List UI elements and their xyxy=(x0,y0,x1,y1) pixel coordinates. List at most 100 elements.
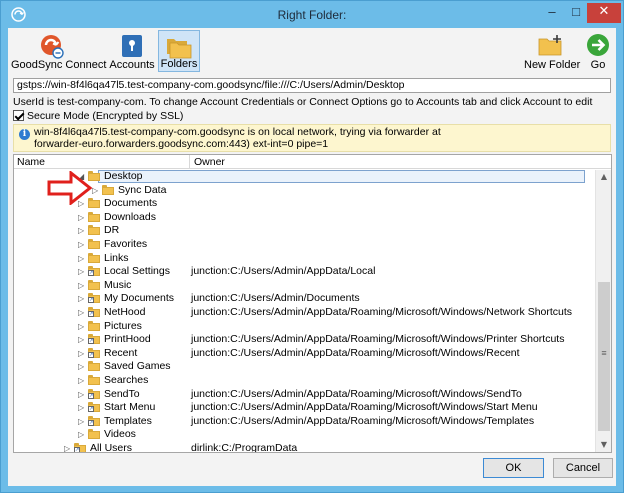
linked-folder-icon: ↗ xyxy=(74,443,86,452)
tree-row[interactable]: ▷ Links xyxy=(14,252,594,266)
scroll-thumb[interactable]: ≡ xyxy=(598,282,610,431)
tree-row-owner: junction:C:/Users/Admin/AppData/Roaming/… xyxy=(191,306,573,318)
dialog-body: GoodSync Connect Accounts Folders New Fo… xyxy=(8,28,616,486)
tree-row[interactable]: ▷ Saved Games xyxy=(14,360,594,374)
tree-row[interactable]: ▷ Downloads xyxy=(14,211,594,225)
tree-row-name: Sync Data xyxy=(118,183,167,196)
folder-icon xyxy=(88,320,100,331)
expand-triangle-icon[interactable]: ▷ xyxy=(78,429,86,440)
tree-row[interactable]: ▷ ↗ Start Menu junction:C:/Users/Admin/AppD… xyxy=(14,401,594,415)
tree-scrollbar[interactable]: ▲ ≡ ▼ xyxy=(595,170,611,452)
tree-row[interactable]: ▷ Searches xyxy=(14,374,594,388)
expand-triangle-icon[interactable]: ▷ xyxy=(78,293,86,304)
maximize-button[interactable]: □ xyxy=(563,3,589,23)
tree-row[interactable]: ▷ ↗ Local Settings junction:C:/Users/Admin/… xyxy=(14,265,594,279)
ok-button[interactable]: OK xyxy=(483,458,544,478)
tree-row-owner: dirlink:C:/ProgramData xyxy=(191,442,298,453)
tree-row[interactable]: ▷ ↗ Templates junction:C:/Users/Admin/AppDa… xyxy=(14,415,594,429)
tree-row[interactable]: ▷ ↗ SendTo junction:C:/Users/Admin/AppData/… xyxy=(14,388,594,402)
column-header-name[interactable]: Name xyxy=(17,156,45,168)
red-arrow-icon xyxy=(47,171,93,205)
linked-folder-icon: ↗ xyxy=(88,415,100,426)
tree-row-name: Documents xyxy=(104,197,158,210)
tree-row-name: Searches xyxy=(104,374,149,386)
expand-triangle-icon[interactable]: ▷ xyxy=(78,321,86,332)
tree-row[interactable]: ▷ ↗ My Documents junction:C:/Users/Admin/Do… xyxy=(14,292,594,306)
tree-row[interactable]: ▷ Favorites xyxy=(14,238,594,252)
go-button[interactable]: Go xyxy=(583,30,613,72)
expand-triangle-icon[interactable]: ▷ xyxy=(78,348,86,359)
tree-row[interactable]: ▷ ↗ All Users dirlink:C:/ProgramData xyxy=(14,442,594,453)
folders-button[interactable]: Folders xyxy=(158,30,200,72)
goodsync-connect-button[interactable]: GoodSync Connect xyxy=(11,30,106,72)
tree-row[interactable]: ▷ DR xyxy=(14,224,594,238)
cancel-button[interactable]: Cancel xyxy=(553,458,613,478)
scroll-grip-icon: ≡ xyxy=(601,348,607,358)
info-text-line2: forwarder-euro.forwarders.goodsync.com:4… xyxy=(34,138,329,150)
userid-note: UserId is test-company-com. To change Ac… xyxy=(13,96,593,108)
tree-row-owner: junction:C:/Users/Admin/AppData/Roaming/… xyxy=(191,387,522,400)
tree-row-name: Favorites xyxy=(104,238,148,250)
dialog-window: Right Folder: – □ ✕ GoodSync Connect Acc… xyxy=(0,0,624,493)
tree-row-owner: junction:C:/Users/Admin/AppData/Roaming/… xyxy=(191,414,535,427)
tree-row-name: My Documents xyxy=(104,292,175,305)
folder-icon xyxy=(88,429,100,440)
expand-triangle-icon[interactable]: ▷ xyxy=(78,334,86,345)
expand-triangle-icon[interactable]: ▷ xyxy=(78,375,86,386)
column-separator[interactable] xyxy=(189,155,190,169)
close-button[interactable]: ✕ xyxy=(587,3,621,23)
new-folder-button[interactable]: New Folder xyxy=(524,30,580,72)
expand-triangle-icon[interactable]: ▷ xyxy=(78,266,86,277)
accounts-button[interactable]: Accounts xyxy=(108,30,156,72)
expand-triangle-icon[interactable]: ▷ xyxy=(78,239,86,250)
tree-row[interactable]: ▷ Documents xyxy=(14,197,594,211)
folder-icon xyxy=(88,252,100,263)
expand-triangle-icon[interactable]: ▷ xyxy=(78,307,86,318)
folder-icon xyxy=(88,225,100,236)
scroll-up-icon[interactable]: ▲ xyxy=(596,170,611,184)
secure-mode-label: Secure Mode (Encrypted by SSL) xyxy=(27,110,184,122)
linked-folder-icon: ↗ xyxy=(88,266,100,277)
secure-mode-checkbox[interactable]: Secure Mode (Encrypted by SSL) xyxy=(13,110,183,124)
expand-triangle-icon[interactable]: ▷ xyxy=(78,402,86,413)
info-banner: i win-8f4l6qa47l5.test-company-com.goods… xyxy=(13,124,611,152)
expand-triangle-icon[interactable]: ▷ xyxy=(78,212,86,223)
folder-path-input[interactable]: gstps://win-8f4l6qa47l5.test-company-com… xyxy=(13,78,611,93)
minimize-button[interactable]: – xyxy=(539,3,565,23)
toolbar: GoodSync Connect Accounts Folders New Fo… xyxy=(8,28,616,74)
tree-row-name: Desktop xyxy=(104,170,143,182)
expand-triangle-icon[interactable]: ▷ xyxy=(78,416,86,427)
tree-row-name: Start Menu xyxy=(104,401,156,414)
go-label: Go xyxy=(590,59,606,71)
folders-icon xyxy=(167,39,192,59)
linked-folder-icon: ↗ xyxy=(88,388,100,399)
expand-triangle-icon[interactable]: ▷ xyxy=(78,280,86,291)
expand-triangle-icon[interactable]: ▷ xyxy=(78,361,86,372)
secure-mode-check-icon[interactable] xyxy=(13,110,24,121)
tree-row[interactable]: ▷ Sync Data xyxy=(14,184,594,198)
folder-icon xyxy=(88,239,100,249)
scroll-down-icon[interactable]: ▼ xyxy=(596,438,611,452)
expand-triangle-icon[interactable]: ▷ xyxy=(92,185,100,196)
tree-row[interactable]: ▷ Music xyxy=(14,279,594,293)
tree-row-selected[interactable]: ◢ Desktop xyxy=(14,170,594,184)
tree-row[interactable]: ▷ ↗ PrintHood junction:C:/Users/Admin/AppDa… xyxy=(14,333,594,347)
tree-row[interactable]: ▷ ↗ Recent junction:C:/Users/Admin/AppData/… xyxy=(14,347,594,361)
expand-triangle-icon[interactable]: ▷ xyxy=(78,225,86,236)
expand-triangle-icon[interactable]: ▷ xyxy=(64,443,72,452)
tree-row[interactable]: ▷ Pictures xyxy=(14,320,594,334)
accounts-label: Accounts xyxy=(109,59,155,71)
folder-icon xyxy=(88,361,100,372)
tree-row-name: Saved Games xyxy=(104,360,171,373)
title-bar[interactable]: Right Folder: – □ ✕ xyxy=(1,1,623,28)
column-header-owner[interactable]: Owner xyxy=(194,156,225,168)
folder-tree: Name Owner ◢ Desktop ▷ Sync Data ▷ Documents ▷… xyxy=(13,154,612,453)
expand-triangle-icon[interactable]: ▷ xyxy=(78,253,86,264)
go-arrow-icon xyxy=(587,34,609,56)
linked-folder-icon: ↗ xyxy=(88,347,100,358)
expand-triangle-icon[interactable]: ▷ xyxy=(78,389,86,400)
tree-row-name: All Users xyxy=(90,442,133,453)
tree-row[interactable]: ▷ ↗ NetHood junction:C:/Users/Admin/AppData… xyxy=(14,306,594,320)
tree-row[interactable]: ▷ Videos xyxy=(14,428,594,442)
folder-icon xyxy=(88,211,100,222)
